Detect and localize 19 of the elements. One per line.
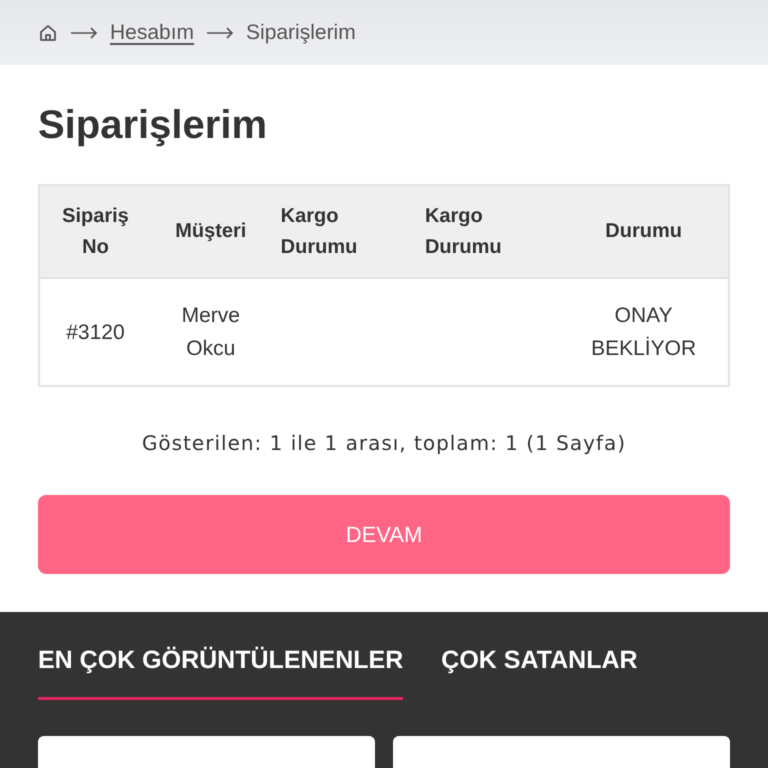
home-icon[interactable]	[38, 22, 58, 42]
table-cell: #3120	[66, 320, 125, 344]
column-header: Kargo Durumu	[414, 185, 560, 278]
product-tab[interactable]: ÇOK SATANLAR	[441, 646, 638, 700]
table-cell: Merve Okcu	[182, 304, 240, 360]
breadcrumb-current: Siparişlerim	[246, 20, 356, 44]
column-header: Müşteri	[150, 185, 271, 278]
product-card[interactable]	[393, 736, 730, 768]
arrow-icon	[70, 26, 98, 38]
column-header: Kargo Durumu	[270, 185, 415, 278]
column-header: Sipariş No	[39, 185, 151, 278]
pagination-text: Gösterilen: 1 ile 1 arası, toplam: 1 (1 Sayfa)	[140, 431, 628, 455]
breadcrumb-link[interactable]: Hesabım	[110, 20, 194, 44]
page-title: Siparişlerim	[38, 103, 268, 148]
table-cell: ONAY BEKLİYOR	[591, 304, 696, 360]
arrow-icon	[206, 26, 234, 38]
product-card[interactable]	[38, 736, 375, 768]
product-tab[interactable]: EN ÇOK GÖRÜNTÜLENENLER	[38, 646, 404, 700]
column-header: Durumu	[559, 185, 729, 278]
